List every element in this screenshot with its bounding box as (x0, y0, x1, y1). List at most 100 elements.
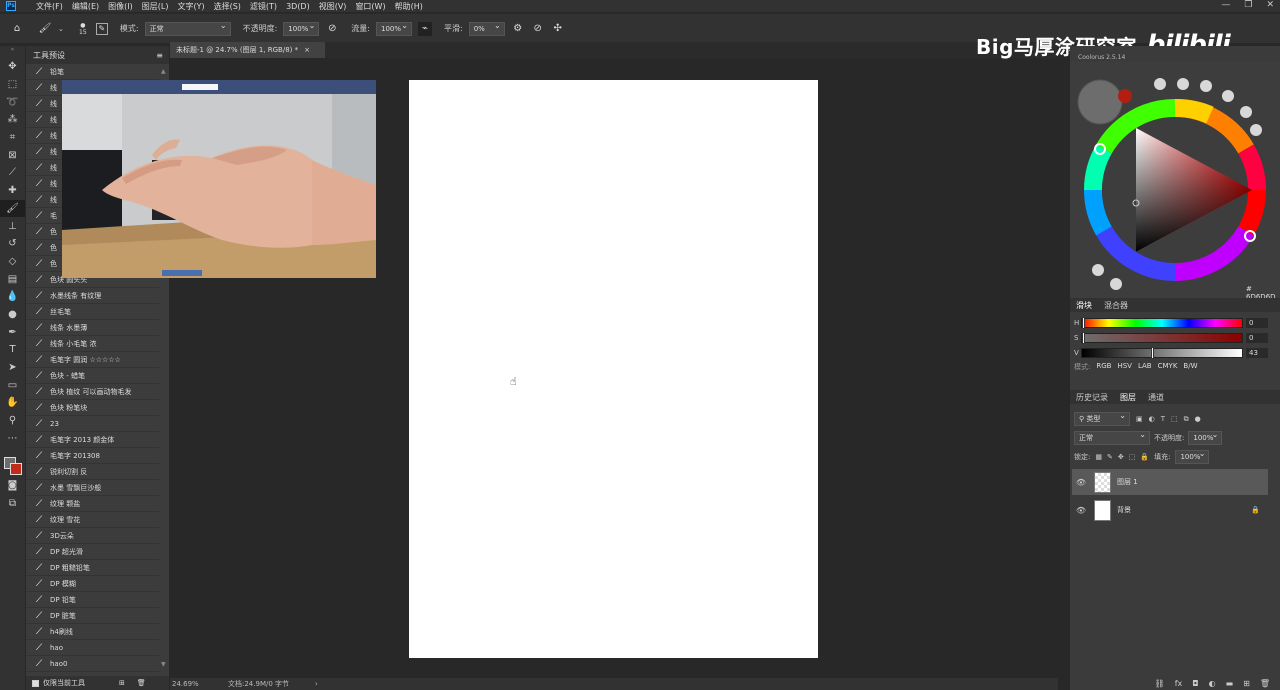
opacity-input[interactable]: 100% (283, 20, 320, 36)
preset-item[interactable]: ⟋ 毛笔字 2013 颜金体 (26, 432, 159, 448)
delete-preset-icon[interactable]: 🗑 (137, 679, 146, 687)
layer-row-layer1[interactable]: 👁 图层 1 (1072, 469, 1268, 495)
flow-input[interactable]: 100% (375, 20, 412, 36)
menu-edit[interactable]: 编辑(E) (72, 1, 99, 12)
filter-pixel-icon[interactable]: ▣ (1136, 415, 1143, 423)
brush-tool-preset-icon[interactable]: 🖌 (38, 22, 52, 36)
color-swatches[interactable] (0, 447, 25, 477)
shape-tool-icon[interactable]: ▭ (0, 376, 25, 394)
preset-item[interactable]: ⟋ 23 (26, 416, 159, 432)
menu-select[interactable]: 选择(S) (214, 1, 241, 12)
mode-rgb[interactable]: RGB (1096, 362, 1111, 372)
menu-layer[interactable]: 图层(L) (142, 1, 169, 12)
more-tool-icon[interactable]: ⋯ (0, 429, 25, 447)
panel-menu-icon[interactable]: ≡ (156, 51, 163, 60)
marquee-tool-icon[interactable]: ⬚ (0, 76, 25, 94)
preset-item[interactable]: ⟋ hao0 (26, 656, 159, 672)
saturation-slider-knob[interactable] (1082, 332, 1085, 344)
lock-paint-icon[interactable]: ✎ (1107, 453, 1113, 461)
restore-button[interactable]: ❐ (1244, 0, 1252, 10)
menu-type[interactable]: 文字(Y) (177, 1, 204, 12)
preset-item[interactable]: ⟋ DP 超光滑 (26, 544, 159, 560)
close-button[interactable]: ✕ (1266, 0, 1274, 10)
current-tool-only-checkbox[interactable] (32, 679, 39, 687)
value-slider[interactable] (1081, 347, 1243, 359)
menu-file[interactable]: 文件(F) (36, 1, 63, 12)
menu-help[interactable]: 帮助(H) (395, 1, 423, 12)
mode-cmyk[interactable]: CMYK (1158, 362, 1178, 372)
preset-item[interactable]: ⟋ 线条 水墨薄 (26, 320, 159, 336)
document-canvas[interactable] (409, 80, 818, 658)
layer-name[interactable]: 图层 1 (1117, 477, 1138, 487)
smoothing-settings-icon[interactable]: ⚙ (511, 22, 525, 36)
menu-window[interactable]: 窗口(W) (355, 1, 385, 12)
preset-item[interactable]: ⟋ DP 粗糙铅笔 (26, 560, 159, 576)
layer-name[interactable]: 背景 (1117, 505, 1131, 515)
menu-view[interactable]: 视图(V) (319, 1, 347, 12)
minimize-button[interactable]: — (1221, 0, 1230, 10)
preset-item[interactable]: ⟋ DP 铅笔 (26, 592, 159, 608)
gradient-tool-icon[interactable]: ▤ (0, 270, 25, 288)
smoothing-input[interactable]: 0% (468, 20, 505, 36)
lasso-tool-icon[interactable]: ➰ (0, 93, 25, 111)
screen-mode-icon[interactable]: ⧉ (0, 495, 25, 513)
value-value[interactable]: 43 (1246, 348, 1268, 358)
menu-image[interactable]: 图像(I) (108, 1, 133, 12)
preset-item[interactable]: ⟋ 毛笔字 201308 (26, 448, 159, 464)
blur-tool-icon[interactable]: 💧 (0, 288, 25, 306)
quick-mask-icon[interactable]: ◙ (0, 477, 25, 495)
toolbar-collapse-icon[interactable]: » (0, 46, 25, 58)
preset-item[interactable]: ⟋ 色块 植纹 可以画动物毛发 (26, 384, 159, 400)
blend-mode-select[interactable]: 正常 (1074, 429, 1150, 445)
mode-bw[interactable]: B/W (1183, 362, 1197, 372)
dodge-tool-icon[interactable]: ● (0, 306, 25, 324)
preset-item[interactable]: ⟋ 水墨 雪飘巨沙般 (26, 480, 159, 496)
layer-opacity-input[interactable]: 100% (1188, 429, 1223, 445)
new-layer-icon[interactable]: ⊞ (1243, 679, 1250, 688)
brush-settings-icon[interactable]: ✎ (95, 22, 108, 35)
preset-item[interactable]: ⟋ h4刷线 (26, 624, 159, 640)
tab-history[interactable]: 历史记录 (1076, 392, 1108, 403)
brush-tool-icon[interactable]: 🖌 (0, 199, 25, 218)
saturation-value[interactable]: 0 (1246, 333, 1268, 343)
close-tab-icon[interactable]: × (304, 46, 310, 54)
preset-item[interactable]: ⟋ 毛笔字 圆润 ☆☆☆☆☆ (26, 352, 159, 368)
new-group-icon[interactable]: ▬ (1226, 679, 1234, 688)
hue-value[interactable]: 0 (1246, 318, 1268, 328)
eraser-tool-icon[interactable]: ◇ (0, 253, 25, 271)
tab-mixer[interactable]: 混合器 (1104, 300, 1128, 311)
preset-item[interactable]: ⟋ 铅笔 (26, 64, 159, 80)
preset-item[interactable]: ⟋ 水墨线条 有纹理 (26, 288, 159, 304)
mode-lab[interactable]: LAB (1138, 362, 1152, 372)
preset-item[interactable]: ⟋ 色块 粉笔块 (26, 400, 159, 416)
hue-slider[interactable] (1081, 317, 1243, 329)
coolorus-color-wheel[interactable] (1070, 62, 1280, 298)
preset-item[interactable]: ⟋ DP 脏笔 (26, 608, 159, 624)
frame-tool-icon[interactable]: ⊠ (0, 146, 25, 164)
filter-adjust-icon[interactable]: ◐ (1149, 415, 1155, 423)
crop-tool-icon[interactable]: ⌗ (0, 129, 25, 147)
brush-size-picker[interactable]: ● 15 (76, 22, 90, 36)
presets-panel-title[interactable]: 工具预设 (33, 50, 65, 61)
filter-toggle-icon[interactable]: ● (1195, 415, 1201, 423)
document-tab[interactable]: 未标题-1 @ 24.7% (图层 1, RGB/8) * × (170, 42, 325, 58)
eyedropper-tool-icon[interactable]: ⟋ (0, 164, 25, 182)
pen-tool-icon[interactable]: ✒ (0, 323, 25, 341)
filter-type-icon[interactable]: T (1161, 415, 1165, 423)
layer-filter-select[interactable]: ⚲ 类型 (1074, 410, 1130, 426)
stamp-tool-icon[interactable]: ⊥ (0, 217, 25, 235)
value-slider-knob[interactable] (1150, 347, 1154, 359)
mode-hsv[interactable]: HSV (1117, 362, 1132, 372)
preset-item[interactable]: ⟋ 丝毛笔 (26, 304, 159, 320)
link-layers-icon[interactable]: ⛓ (1155, 679, 1165, 688)
status-menu-arrow-icon[interactable]: › (315, 680, 318, 688)
lock-position-icon[interactable]: ✥ (1118, 453, 1124, 461)
airbrush-icon[interactable]: ⌁ (417, 21, 432, 36)
preset-item[interactable]: ⟋ hao (26, 640, 159, 656)
pressure-size-icon[interactable]: ⊘ (531, 22, 545, 36)
preset-item[interactable]: ⟋ DP 模糊 (26, 576, 159, 592)
layer-row-background[interactable]: 👁 背景 🔒 (1072, 497, 1268, 523)
preset-item[interactable]: ⟋ 锐利切割 反 (26, 464, 159, 480)
eye-icon[interactable]: 👁 (1072, 478, 1090, 487)
photoshop-logo[interactable]: Ps (6, 1, 16, 11)
